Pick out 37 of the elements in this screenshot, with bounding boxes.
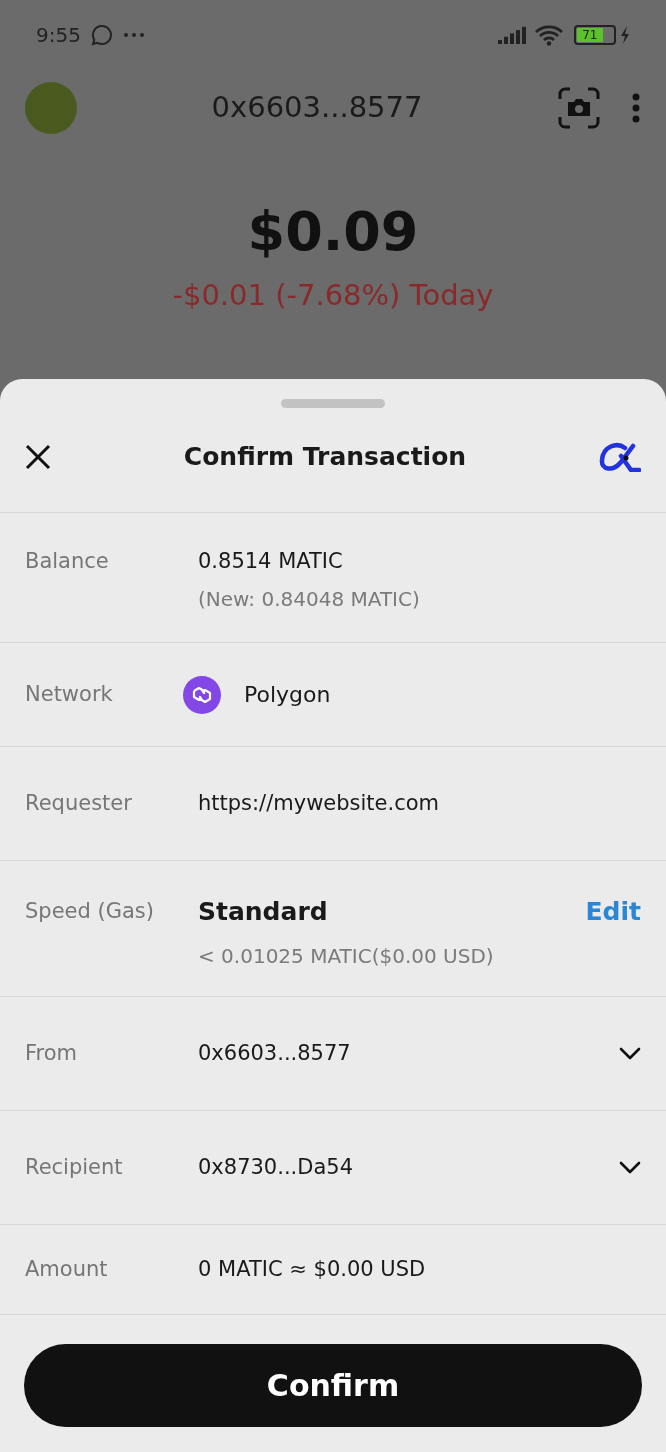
- status-time: 9:55: [36, 22, 81, 49]
- logo-icon: [599, 442, 641, 472]
- row-label: Recipient: [25, 1153, 124, 1181]
- row-value: 0x6603...8577: [198, 1039, 352, 1067]
- row-label: Balance: [25, 548, 110, 575]
- row-value: Polygon: [244, 681, 331, 709]
- more-icon: [122, 32, 145, 38]
- row-value: Standard: [198, 896, 329, 928]
- chevron-icon: [619, 1160, 641, 1175]
- more-vertical-icon[interactable]: [631, 93, 641, 123]
- dropdown-row[interactable]: From 0x6603...8577: [0, 997, 666, 1111]
- row-label: Requester: [25, 789, 133, 817]
- wifi-icon: [534, 24, 564, 46]
- charging-icon: [620, 26, 630, 44]
- row-value: 0.8514 MATIC: [198, 548, 344, 575]
- row-value: 0 MATIC ≈ $0.00 USD: [198, 1255, 426, 1283]
- row-value: https://mywebsite.com: [198, 789, 440, 817]
- drag-handle[interactable]: [281, 399, 385, 408]
- network-logo-icon: [183, 675, 221, 714]
- balance-total: $0.09: [247, 199, 419, 265]
- row-note: < 0.01025 MATIC($0.00 USD): [198, 942, 495, 970]
- row-note: (New: 0.84048 MATIC): [198, 585, 420, 613]
- dropdown-row[interactable]: Recipient 0x8730...Da54: [0, 1111, 666, 1225]
- row-label: Speed (Gas): [25, 898, 155, 925]
- scan-icon[interactable]: [557, 86, 601, 130]
- chat-icon: [90, 24, 113, 46]
- row-value: 0x8730...Da54: [198, 1153, 355, 1181]
- sheet-title: Confirm Transaction: [182, 441, 468, 474]
- row-label: Network: [25, 680, 114, 708]
- balance-change: -$0.01 (-7.68%) Today: [172, 277, 494, 314]
- chevron-icon: [619, 1046, 641, 1061]
- row-label: From: [25, 1039, 79, 1067]
- confirm-button[interactable]: Confirm: [24, 1344, 642, 1427]
- signal-icon: [498, 26, 526, 44]
- battery-icon: 71: [574, 25, 616, 45]
- close-icon[interactable]: [25, 444, 51, 470]
- row-label: Amount: [25, 1255, 109, 1283]
